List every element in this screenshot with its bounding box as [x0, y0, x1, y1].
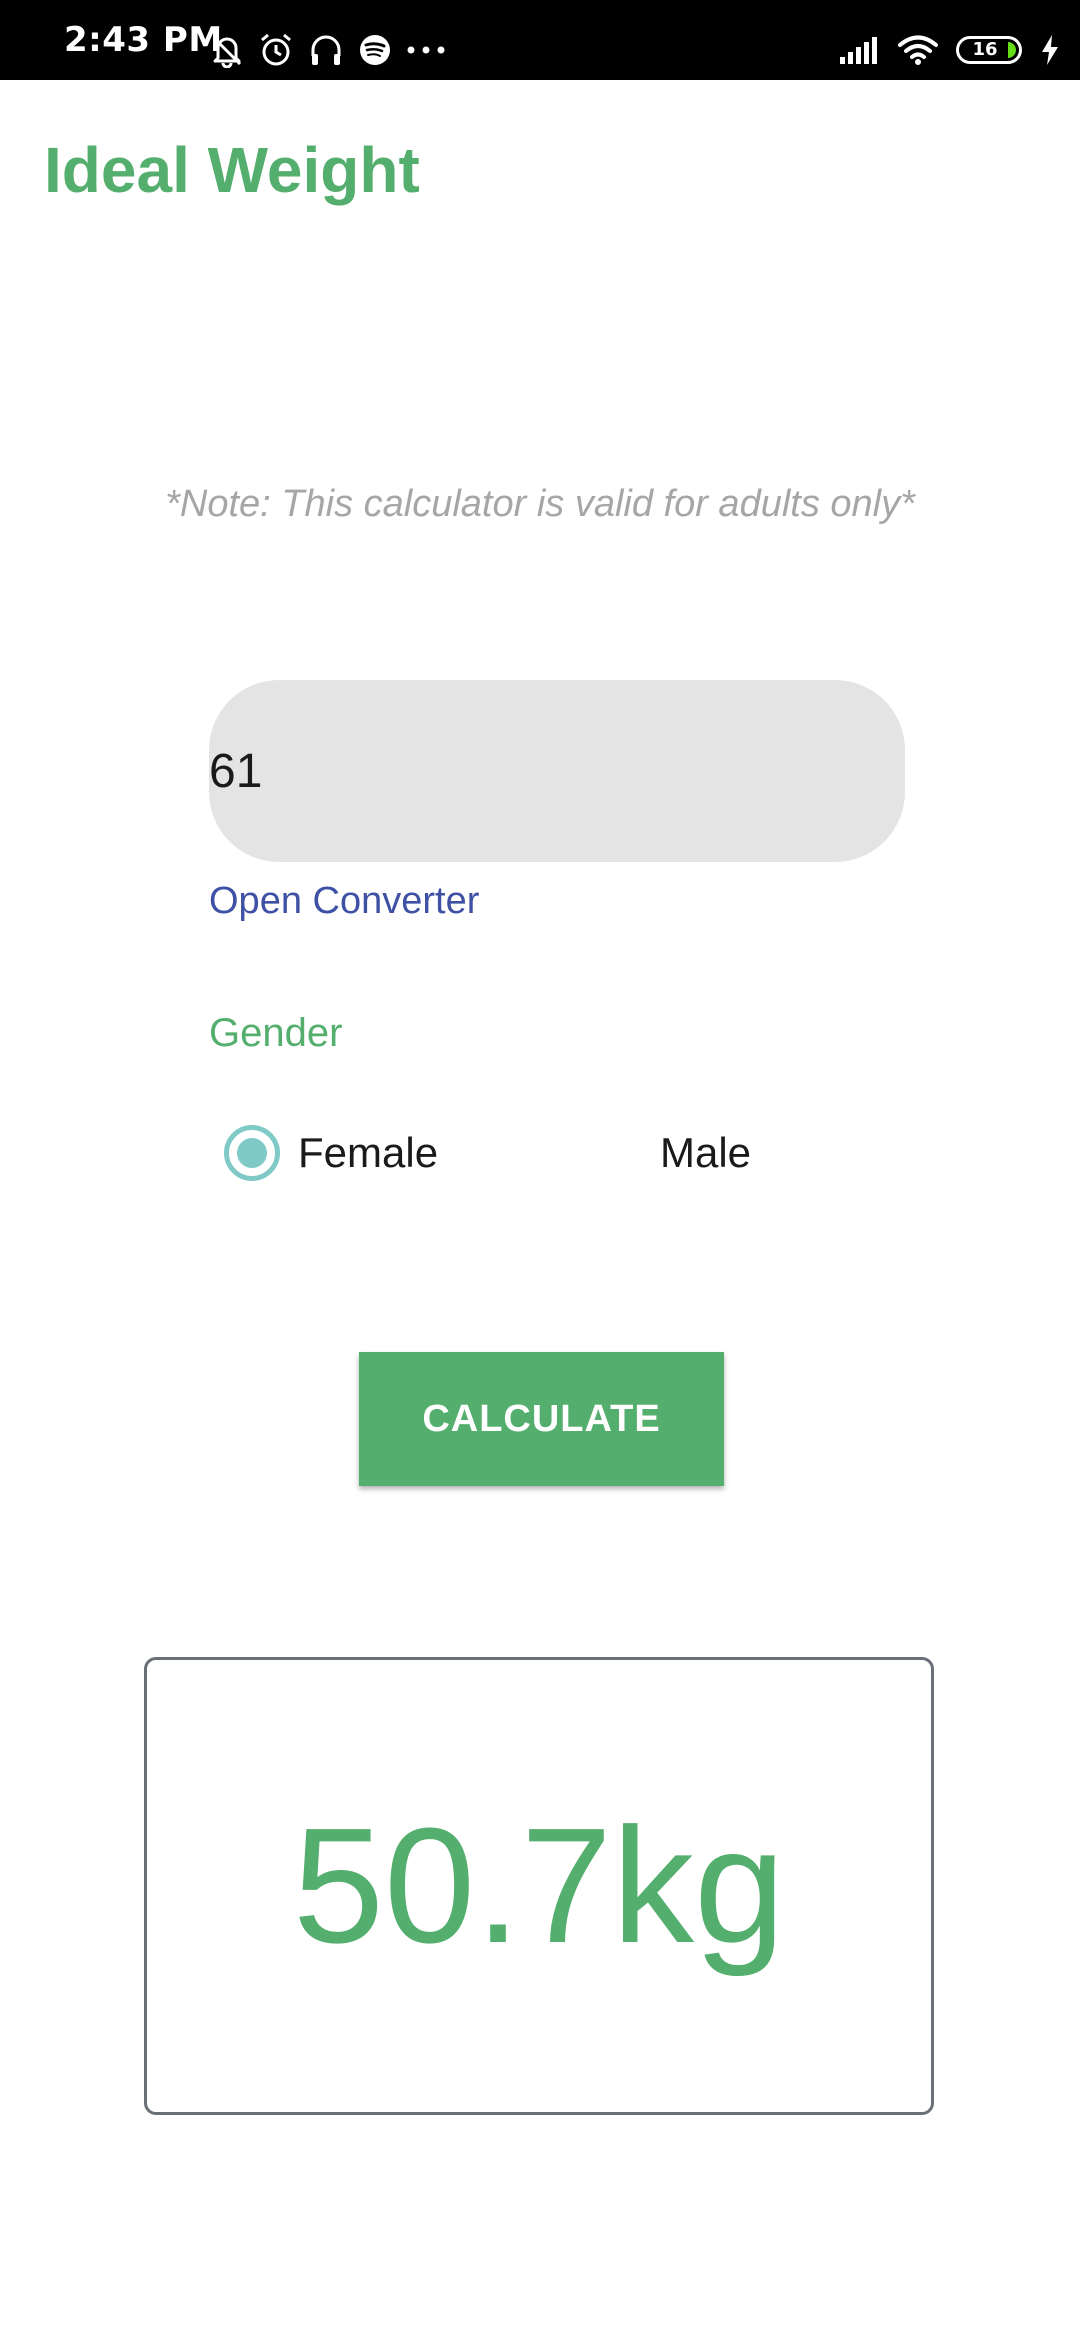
gender-option-label: Male	[660, 1129, 752, 1176]
status-bar: 2:43 PM 16	[0, 0, 1080, 80]
signal-icon	[838, 35, 880, 65]
alarm-icon	[258, 32, 294, 68]
status-icons-right: 16	[838, 30, 1060, 70]
status-time: 2:43 PM	[64, 20, 223, 60]
radio-dot	[237, 1138, 267, 1168]
more-icon	[406, 45, 446, 55]
status-icons-left	[210, 30, 446, 70]
charging-icon	[1040, 34, 1060, 66]
wifi-icon	[898, 34, 938, 66]
bell-off-icon	[210, 32, 244, 68]
battery-level: 16	[972, 39, 998, 60]
result-card: 50.7kg	[144, 1657, 934, 2115]
battery-icon: 16	[956, 36, 1022, 64]
gender-option-label: Female	[298, 1129, 439, 1176]
battery-fill	[1008, 42, 1016, 58]
gender-option-female[interactable]: Female	[224, 1123, 438, 1183]
adults-only-note: *Note: This calculator is valid for adul…	[165, 483, 915, 525]
weight-input[interactable]	[209, 680, 905, 862]
spotify-icon	[358, 33, 392, 67]
result-value: 50.7kg	[292, 1794, 786, 1977]
radio-selected-icon[interactable]	[224, 1125, 280, 1181]
calculate-button[interactable]: CALCULATE	[359, 1352, 724, 1486]
open-converter-link[interactable]: Open Converter	[209, 876, 479, 926]
gender-option-male[interactable]: Male	[660, 1123, 751, 1183]
headphones-icon	[308, 32, 344, 68]
page-title: Ideal Weight	[44, 134, 420, 206]
gender-label: Gender	[209, 1011, 343, 1055]
